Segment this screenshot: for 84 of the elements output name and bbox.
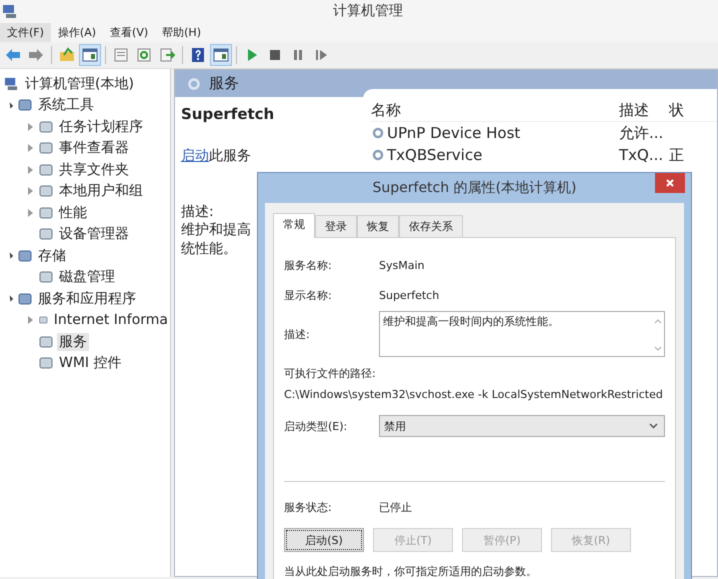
window-title: 计算机管理: [332, 2, 404, 20]
field-label: 服务状态:: [284, 500, 333, 514]
pane-title: 服务: [209, 74, 239, 93]
description-text: 统性能。: [181, 240, 237, 259]
field-label: 显示名称:: [284, 288, 333, 302]
sheet-icon: [113, 47, 129, 63]
scroll-up-icon[interactable]: [654, 318, 662, 324]
description-text: 维护和提高: [181, 221, 251, 240]
tree-node-icon: [18, 98, 32, 112]
description-label: 描述:: [181, 203, 214, 221]
tree-node-icon: [39, 206, 53, 220]
tree-item[interactable]: 共享文件夹: [57, 160, 131, 179]
tree-node-icon: [39, 334, 53, 349]
tree-node-icon: [18, 248, 32, 263]
panel-icon: [82, 47, 98, 63]
tree-node-icon: [39, 227, 53, 242]
description-field[interactable]: 维护和提高一段时间内的系统性能。: [379, 311, 665, 357]
help-icon: [190, 47, 206, 63]
tree-node-icon: [39, 141, 53, 156]
field-value: SysMain: [379, 258, 424, 272]
tree-item[interactable]: 服务: [57, 332, 89, 351]
tree-item[interactable]: WMI 控件: [57, 354, 124, 372]
tree-node-icon: [39, 120, 53, 134]
start-text: 此服务: [209, 147, 251, 165]
tab[interactable]: 常规: [273, 213, 315, 238]
menu-item[interactable]: 帮助(H): [155, 22, 208, 42]
tree-item[interactable]: 服务和应用程序: [36, 290, 138, 308]
dialog-title: Superfetch 的属性(本地计算机): [372, 179, 576, 197]
tree-node-icon: [39, 270, 53, 284]
tree-item[interactable]: 磁盘管理: [57, 268, 117, 286]
column-header[interactable]: 名称: [371, 100, 619, 120]
menu-item[interactable]: 查看(V): [103, 22, 156, 42]
tree-item[interactable]: 系统工具: [36, 96, 96, 114]
start-link[interactable]: 启动: [181, 147, 209, 165]
tab[interactable]: 恢复: [357, 215, 399, 237]
menu-item[interactable]: 文件(F): [0, 22, 51, 42]
column-header[interactable]: 描述: [619, 100, 669, 120]
dialog-button[interactable]: 启动(S): [284, 528, 364, 552]
scroll-down-icon[interactable]: [654, 346, 662, 352]
tree-item[interactable]: 设备管理器: [57, 225, 131, 244]
tab[interactable]: 依存关系: [399, 215, 463, 237]
tree-node-icon: [39, 184, 53, 198]
tree-item[interactable]: 本地用户和组: [57, 182, 145, 200]
field-label: 服务名称:: [284, 258, 333, 272]
stop-icon: [267, 47, 283, 63]
close-button[interactable]: [655, 173, 685, 193]
close-icon: [665, 178, 675, 188]
service-name-cell: TxQBService: [387, 146, 482, 164]
startup-type-dropdown[interactable]: 禁用: [379, 415, 665, 437]
tree-item[interactable]: 事件查看器: [57, 139, 131, 158]
tree-item[interactable]: 性能: [57, 204, 89, 222]
resume-icon: [313, 47, 329, 63]
status-cell-text: 正: [669, 146, 685, 164]
computer-icon: [2, 3, 18, 19]
tree-item[interactable]: 计算机管理(本地): [23, 74, 136, 93]
path-text: C:\Windows\system32\svchost.exe -k LocalSystemNetworkRestricted: [284, 388, 663, 401]
panel-button[interactable]: [211, 45, 231, 65]
forward-icon: [28, 47, 44, 63]
tab[interactable]: 登录: [315, 215, 357, 237]
back-icon: [5, 47, 21, 63]
tree-node-icon: [39, 162, 53, 177]
tree-item[interactable]: Internet Informa: [52, 312, 170, 328]
hint-text: 当从此处启动服务时，你可指定所适用的启动参数。: [284, 564, 537, 579]
export-icon: [159, 47, 175, 63]
panel-button[interactable]: [80, 45, 100, 65]
service-name-cell: UPnP Device Host: [387, 124, 520, 142]
service-name: Superfetch: [181, 105, 274, 123]
chevron-down-icon: [649, 423, 658, 429]
column-header[interactable]: 状: [669, 100, 693, 120]
tree-node-icon: [39, 356, 53, 370]
field-value: Superfetch: [379, 288, 440, 302]
description-cell-text: TxQ...: [619, 146, 664, 164]
description-cell-text: 允许...: [619, 124, 664, 142]
status-value: 已停止: [379, 500, 412, 514]
tree-item[interactable]: 存储: [36, 246, 68, 265]
field-label: 描述:: [284, 326, 311, 342]
tree-item[interactable]: 任务计划程序: [57, 118, 145, 136]
field-label: 启动类型(E):: [284, 418, 348, 434]
field-label: 可执行文件的路径:: [284, 366, 376, 381]
panel-icon: [213, 47, 229, 63]
tree-node-icon: [18, 292, 32, 306]
menu-item[interactable]: 操作(A): [50, 22, 104, 42]
folder-icon: [59, 47, 75, 63]
computer-icon: [4, 76, 19, 92]
